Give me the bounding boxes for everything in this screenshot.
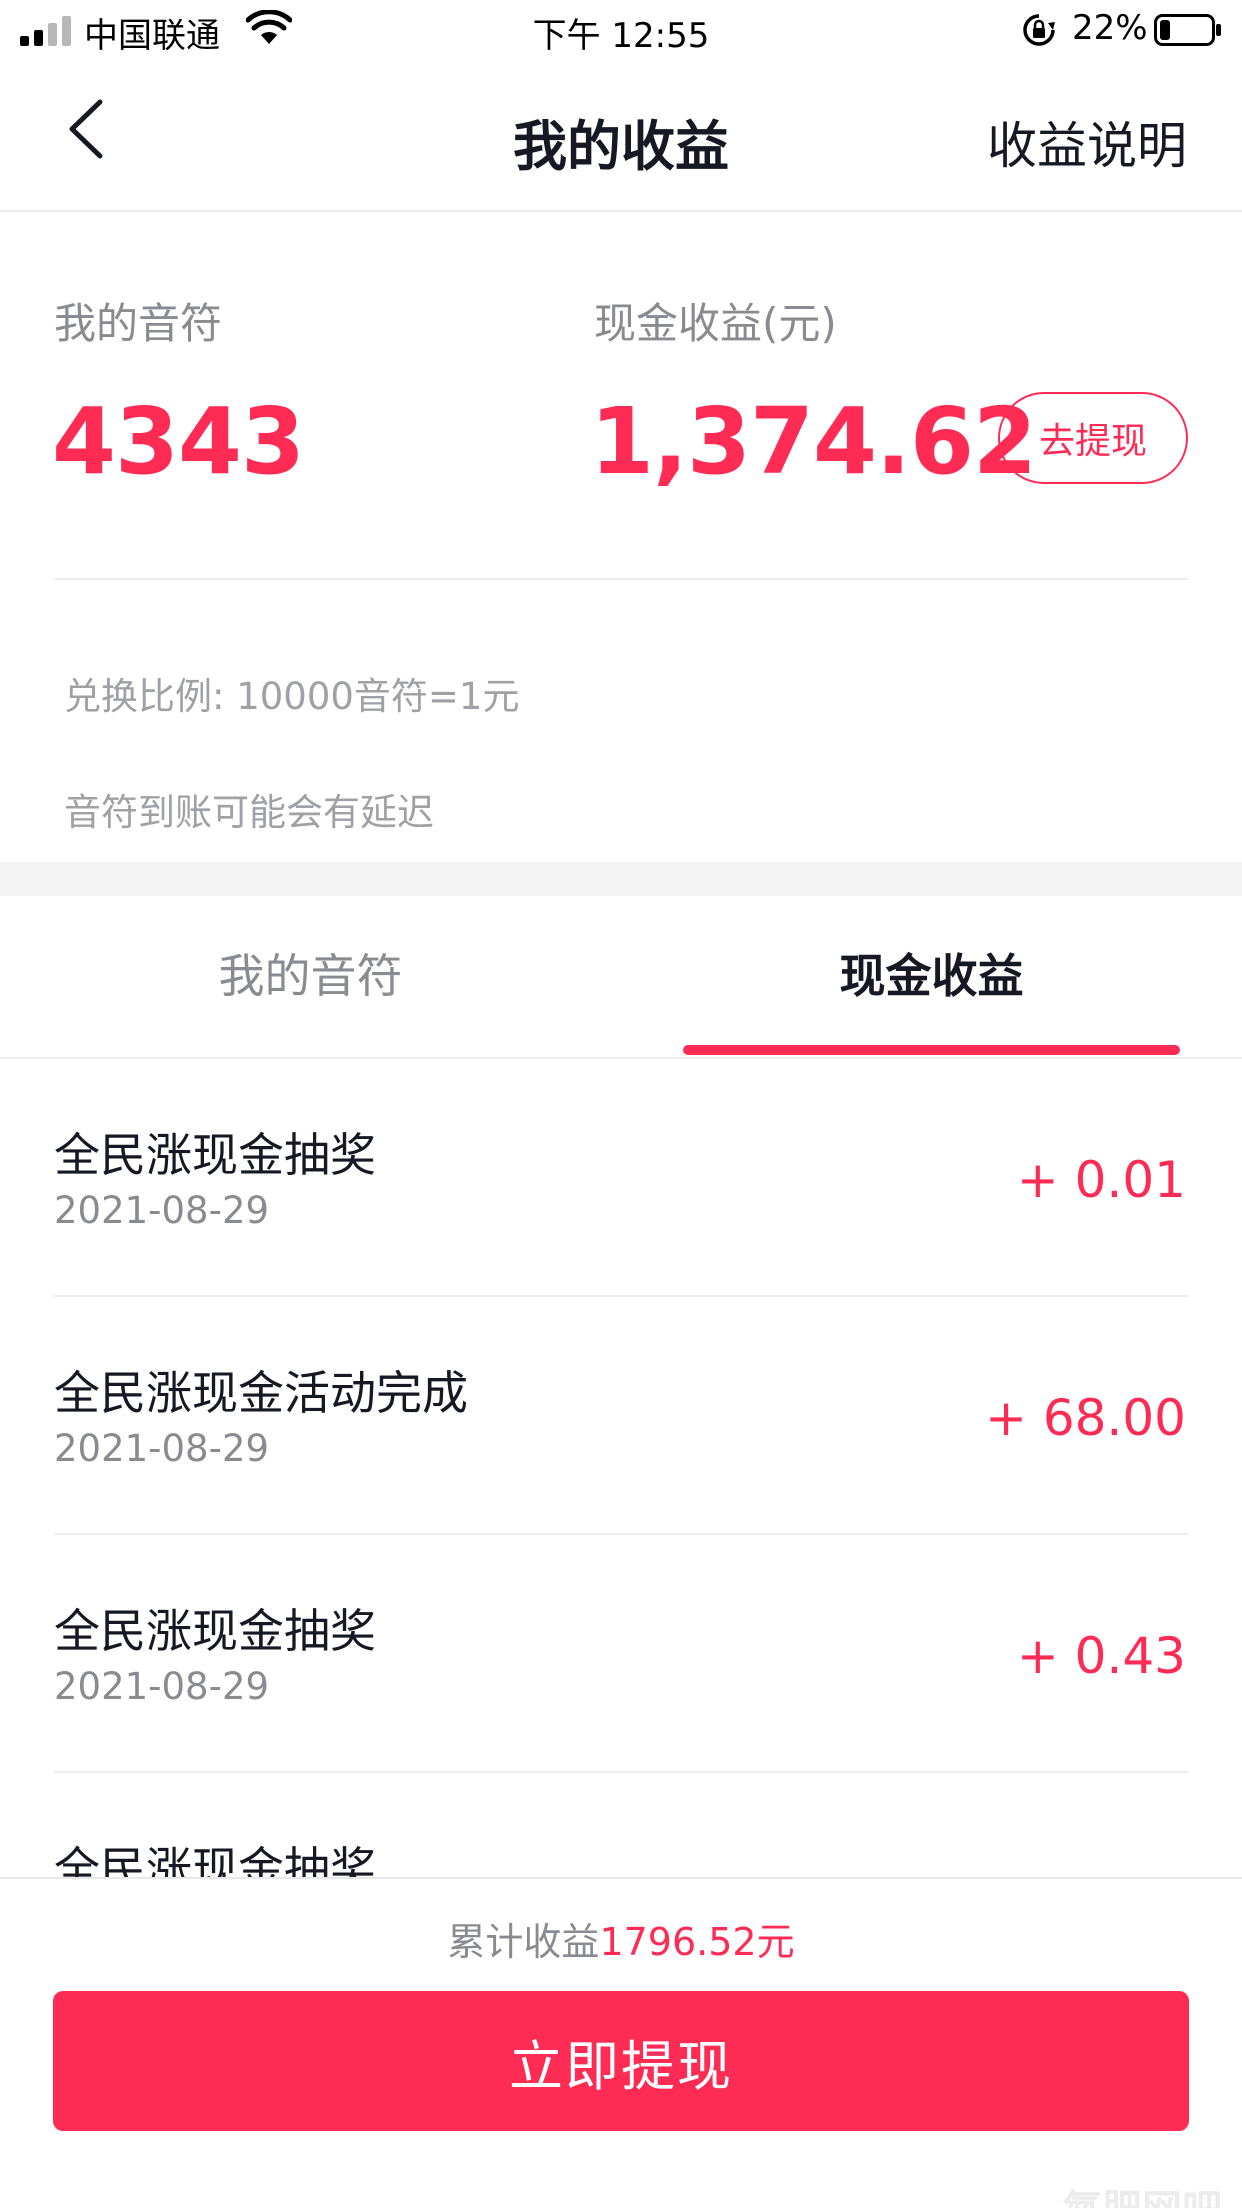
orientation-lock-icon: [1023, 14, 1055, 46]
transaction-title: 全民涨现金抽奖: [54, 1604, 376, 1658]
transaction-title: 全民涨现金抽奖: [54, 1842, 376, 1877]
transaction-amount: + 0.43: [1016, 1627, 1186, 1685]
list-item[interactable]: 全民涨现金抽奖: [0, 1773, 1242, 1877]
transaction-title: 全民涨现金活动完成: [54, 1366, 468, 1420]
list-item[interactable]: 全民涨现金抽奖 2021-08-29 + 0.01: [0, 1059, 1242, 1297]
delay-notice: 音符到账可能会有延迟: [64, 791, 434, 834]
cash-value: 1,374.62: [590, 388, 1037, 495]
transaction-date: 2021-08-29: [54, 1189, 270, 1232]
notes-value: 4343: [52, 388, 305, 495]
active-tab-indicator: [683, 1045, 1180, 1055]
notes-label: 我的音符: [54, 299, 223, 348]
battery-icon: [1154, 14, 1221, 46]
total-earnings-value: 1796.52元: [599, 1920, 795, 1964]
withdraw-now-button[interactable]: 立即提现: [53, 1991, 1189, 2131]
transaction-amount: + 0.01: [1016, 1151, 1186, 1209]
transaction-date: 2021-08-29: [54, 1665, 270, 1708]
transaction-list[interactable]: 全民涨现金抽奖 2021-08-29 + 0.01 全民涨现金活动完成 2021…: [0, 1059, 1242, 1877]
transaction-date: 2021-08-29: [54, 1427, 270, 1470]
earnings-info-link[interactable]: 收益说明: [987, 106, 1187, 178]
withdraw-pill-button[interactable]: 去提现: [998, 392, 1188, 484]
exchange-rate-note: 兑换比例: 10000音符=1元: [64, 675, 520, 718]
total-earnings-label: 累计收益: [447, 1920, 600, 1964]
tab-my-notes[interactable]: 我的音符: [0, 940, 621, 1006]
cash-label: 现金收益(元): [594, 299, 837, 348]
battery-percent: 22%: [1072, 8, 1148, 48]
total-earnings: 累计收益1796.52元: [0, 1911, 1242, 1966]
nav-bar: 我的收益 收益说明: [0, 62, 1242, 212]
divider: [54, 578, 1188, 580]
section-separator: [0, 862, 1242, 896]
list-item[interactable]: 全民涨现金活动完成 2021-08-29 + 68.00: [0, 1297, 1242, 1535]
footer-bar: 累计收益1796.52元 立即提现 氮肥网吧: [0, 1877, 1242, 2208]
watermark: 氮肥网吧: [1062, 2177, 1222, 2208]
list-item[interactable]: 全民涨现金抽奖 2021-08-29 + 0.43: [0, 1535, 1242, 1773]
status-bar: 中国联通 下午 12:55 22%: [0, 0, 1242, 62]
tab-cash-earnings[interactable]: 现金收益: [621, 940, 1242, 1006]
transaction-title: 全民涨现金抽奖: [54, 1128, 376, 1182]
transaction-amount: + 68.00: [985, 1389, 1186, 1447]
